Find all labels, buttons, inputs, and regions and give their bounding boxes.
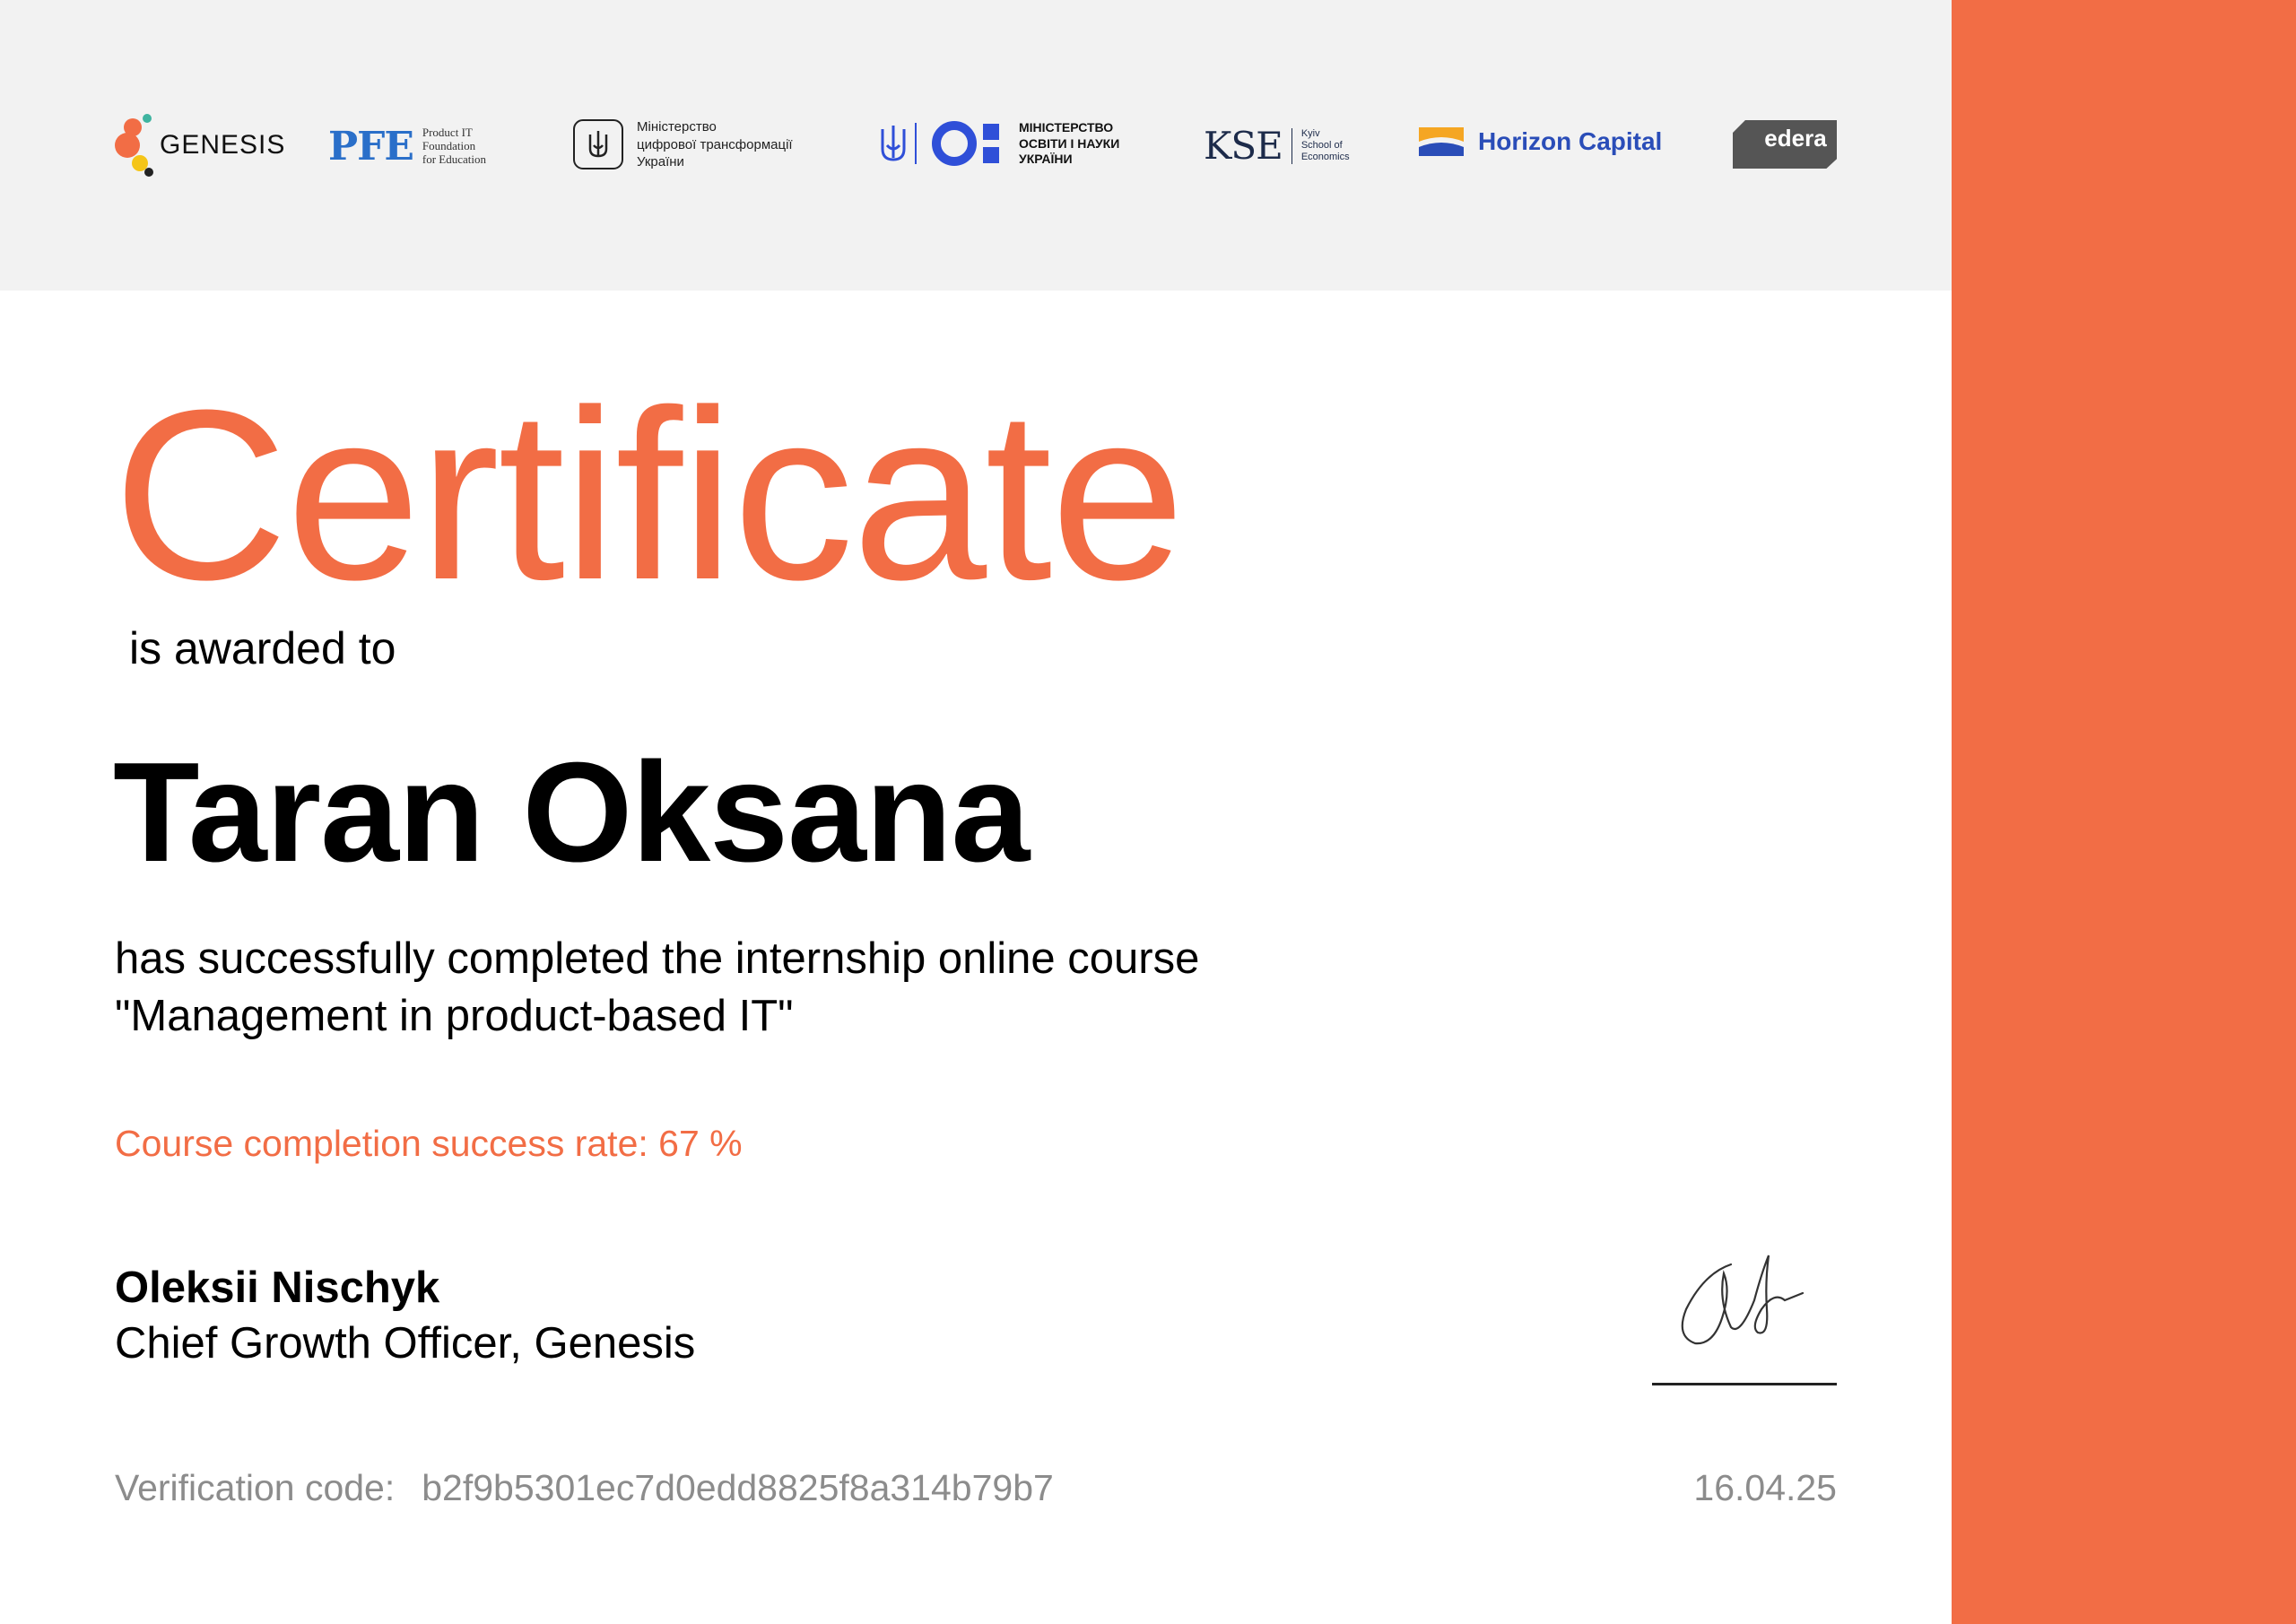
kse-logo-line1: Kyiv	[1300, 127, 1320, 139]
ministry-education-line3: УКРАЇНИ	[1019, 152, 1073, 166]
ministry-divider	[915, 123, 917, 165]
accent-side-bar	[1952, 0, 2296, 1624]
signer-name: Oleksii Nischyk	[115, 1264, 440, 1312]
edera-logo: edera	[1733, 120, 1837, 169]
horizon-capital-logo: Horizon Capital	[1419, 126, 1662, 158]
horizon-capital-text: Horizon Capital	[1478, 127, 1663, 155]
verification-code: b2f9b5301ec7d0edd8825f8a314b79b7	[422, 1467, 1054, 1508]
success-rate-text: Course completion success rate: 67 %	[115, 1123, 743, 1164]
genesis-logo-text: GENESIS	[160, 130, 286, 160]
certificate-title: Certificate	[113, 360, 1185, 630]
signer-role: Chief Growth Officer, Genesis	[115, 1319, 696, 1368]
signature-icon	[1668, 1246, 1830, 1359]
trident-icon	[877, 120, 909, 167]
awarded-text: is awarded to	[129, 623, 396, 673]
ministry-education-line1: МІНІСТЕРСТВО	[1019, 120, 1114, 135]
ministry-digital-logo: Міністерство цифрової трансформації Укра…	[572, 118, 793, 171]
completion-line-1: has successfully completed the internshi…	[115, 934, 1200, 983]
ministry-education-logo: МІНІСТЕРСТВО ОСВІТИ І НАУКИ УКРАЇНИ	[877, 120, 1119, 168]
pfe-logo-line1: Product IT	[422, 126, 473, 140]
genesis-logo: GENESIS	[113, 113, 285, 178]
kse-logo-line3: Economics	[1300, 152, 1350, 163]
ministry-education-line2: ОСВІТИ І НАУКИ	[1019, 135, 1120, 151]
pfe-logo-line2: Foundation	[422, 139, 476, 153]
ministry-digital-line2: цифрової трансформації	[637, 136, 793, 152]
kse-logo-line2: School of	[1300, 139, 1343, 151]
ministry-digital-line1: Міністерство	[637, 119, 717, 135]
kse-logo: KSE Kyiv School of Economics	[1204, 124, 1350, 168]
verification-block: Verification code: b2f9b5301ec7d0edd8825f…	[115, 1467, 1054, 1509]
signature-line	[1652, 1383, 1837, 1385]
completion-text: has successfully completed the internshi…	[115, 931, 1199, 1045]
pfe-logo-mark: PFE	[328, 124, 414, 169]
recipient-name: Taran Oksana	[113, 734, 1030, 891]
trident-icon	[572, 118, 624, 170]
edera-logo-text: edera	[1764, 124, 1827, 152]
issue-date: 16.04.25	[1693, 1467, 1837, 1508]
education-circle-icon	[931, 120, 1012, 167]
kse-logo-mark: KSE	[1204, 124, 1283, 168]
verification-label: Verification code:	[115, 1467, 396, 1508]
course-name: "Management in product-based IT"	[115, 991, 794, 1040]
genesis-dots-icon	[113, 113, 156, 178]
ministry-digital-line3: України	[637, 154, 684, 169]
pfe-logo: PFE Product IT Foundation for Education	[328, 124, 486, 169]
pfe-logo-line3: for Education	[422, 152, 486, 166]
horizon-sun-icon	[1419, 126, 1464, 158]
